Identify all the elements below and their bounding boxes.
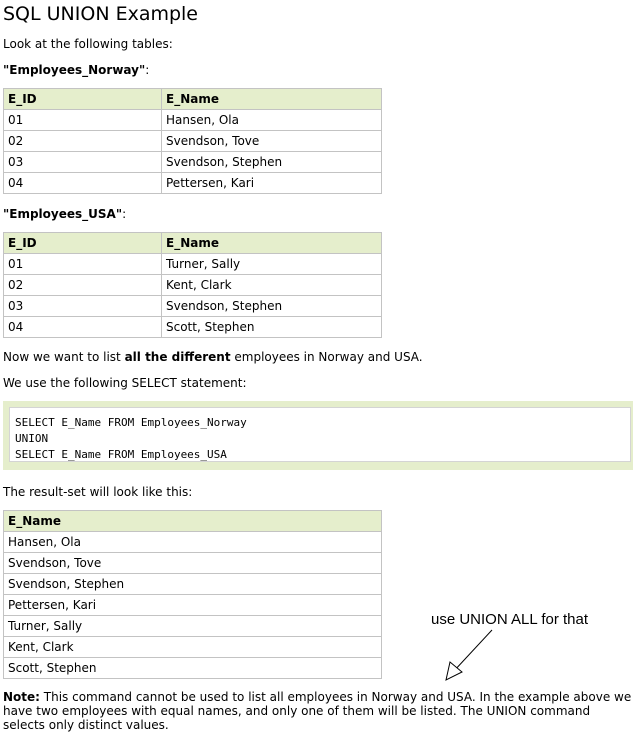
table-row: 04 Pettersen, Kari [3, 172, 382, 194]
cell-e-id: 03 [3, 151, 162, 173]
table2-colon: : [122, 207, 127, 221]
table-row: Kent, Clark [3, 636, 382, 658]
code-line: SELECT E_Name FROM Employees_Norway [15, 416, 247, 429]
column-header-e-id: E_ID [3, 88, 162, 110]
table-row: 01 Turner, Sally [3, 253, 382, 275]
cell-e-name: Pettersen, Kari [161, 172, 382, 194]
cell-e-name: Turner, Sally [3, 615, 382, 637]
want-text: Now we want to list all the different em… [3, 349, 423, 365]
cell-e-name: Scott, Stephen [161, 316, 382, 338]
annotation-text: use UNION ALL for that [431, 611, 589, 628]
table-row: 03 Svendson, Stephen [3, 151, 382, 173]
cell-e-id: 04 [3, 316, 162, 338]
note-body: This command cannot be used to list all … [3, 690, 632, 732]
column-header-e-name: E_Name [3, 510, 382, 532]
table-row: 03 Svendson, Stephen [3, 295, 382, 317]
table-header-row: E_ID E_Name [3, 88, 382, 110]
cell-e-name: Svendson, Tove [161, 130, 382, 152]
code-block: SELECT E_Name FROM Employees_Norway UNIO… [9, 407, 631, 462]
note-label: Note: [3, 690, 40, 704]
result-intro: The result-set will look like this: [3, 485, 193, 499]
code-line: UNION [15, 432, 49, 445]
table-header-row: E_ID E_Name [3, 232, 382, 254]
cell-e-name: Svendson, Stephen [161, 151, 382, 173]
table-row: Svendson, Tove [3, 552, 382, 574]
want-bold: all the different [124, 350, 231, 364]
table-header-row: E_Name [3, 510, 382, 532]
table-row: Turner, Sally [3, 615, 382, 637]
table-row: Pettersen, Kari [3, 594, 382, 616]
cell-e-name: Pettersen, Kari [3, 594, 382, 616]
employees-norway-table: E_ID E_Name 01 Hansen, Ola 02 Svendson, To… [3, 88, 382, 194]
page-title: SQL UNION Example [3, 3, 199, 25]
cell-e-name: Svendson, Tove [3, 552, 382, 574]
code-example-box: SELECT E_Name FROM Employees_Norway UNIO… [3, 401, 633, 470]
column-header-e-name: E_Name [161, 232, 382, 254]
table-row: 02 Svendson, Tove [3, 130, 382, 152]
table-row: 04 Scott, Stephen [3, 316, 382, 338]
cell-e-name: Scott, Stephen [3, 657, 382, 679]
table2-label: "Employees_USA": [3, 206, 126, 222]
cell-e-name: Hansen, Ola [161, 109, 382, 131]
table-row: Hansen, Ola [3, 531, 382, 553]
table1-name: "Employees_Norway" [3, 63, 146, 77]
table2-name: "Employees_USA" [3, 207, 123, 221]
cell-e-name: Svendson, Stephen [161, 295, 382, 317]
cell-e-id: 01 [3, 109, 162, 131]
result-set-table: E_Name Hansen, Ola Svendson, Tove Svends… [3, 510, 382, 679]
table1-label: "Employees_Norway": [3, 62, 149, 78]
table-row: Scott, Stephen [3, 657, 382, 679]
cell-e-id: 04 [3, 172, 162, 194]
cell-e-id: 03 [3, 295, 162, 317]
cell-e-name: Turner, Sally [161, 253, 382, 275]
table-row: 02 Kent, Clark [3, 274, 382, 296]
annotation-arrow-icon [445, 629, 493, 681]
want-pre: Now we want to list [3, 350, 125, 364]
cell-e-name: Kent, Clark [161, 274, 382, 296]
cell-e-id: 01 [3, 253, 162, 275]
column-header-e-name: E_Name [161, 88, 382, 110]
cell-e-name: Kent, Clark [3, 636, 382, 658]
select-statement-intro: We use the following SELECT statement: [3, 376, 247, 390]
table-row: 01 Hansen, Ola [3, 109, 382, 131]
column-header-e-id: E_ID [3, 232, 162, 254]
employees-usa-table: E_ID E_Name 01 Turner, Sally 02 Kent, Clar… [3, 232, 382, 338]
want-post: employees in Norway and USA. [230, 350, 423, 364]
intro-text: Look at the following tables: [3, 37, 173, 51]
code-line: SELECT E_Name FROM Employees_USA [15, 448, 227, 461]
cell-e-id: 02 [3, 130, 162, 152]
cell-e-name: Hansen, Ola [3, 531, 382, 553]
cell-e-id: 02 [3, 274, 162, 296]
table1-colon: : [145, 63, 150, 77]
table-row: Svendson, Stephen [3, 573, 382, 595]
cell-e-name: Svendson, Stephen [3, 573, 382, 595]
note-text: Note: This command cannot be used to lis… [3, 690, 635, 732]
